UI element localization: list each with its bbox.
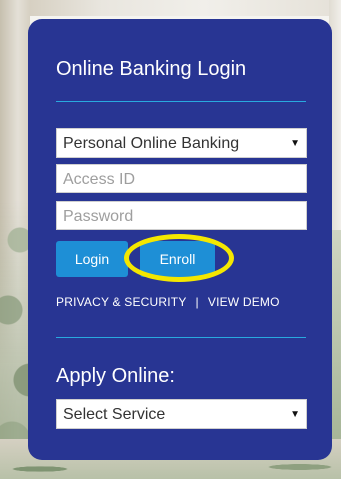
divider — [56, 101, 306, 102]
access-id-input[interactable]: Access ID — [56, 164, 307, 193]
login-title: Online Banking Login — [56, 58, 247, 80]
highlight-ring — [124, 234, 234, 282]
privacy-security-link[interactable]: PRIVACY & SECURITY — [56, 295, 187, 309]
background-trim — [0, 0, 341, 16]
service-select[interactable]: Select Service ▼ — [56, 399, 307, 429]
view-demo-link[interactable]: VIEW DEMO — [208, 295, 280, 309]
login-button[interactable]: Login — [56, 241, 128, 277]
chevron-down-icon: ▼ — [290, 138, 300, 149]
apply-title: Apply Online: — [56, 365, 175, 387]
banking-type-select[interactable]: Personal Online Banking ▼ — [56, 128, 307, 158]
login-links: PRIVACY & SECURITY | VIEW DEMO — [56, 294, 280, 310]
banking-type-value: Personal Online Banking — [63, 135, 240, 152]
chevron-down-icon: ▼ — [290, 409, 300, 420]
divider — [56, 337, 306, 338]
password-input[interactable]: Password — [56, 201, 307, 230]
service-select-value: Select Service — [63, 406, 166, 423]
login-panel: Online Banking Login Personal Online Ban… — [28, 19, 332, 460]
link-separator: | — [195, 295, 199, 309]
